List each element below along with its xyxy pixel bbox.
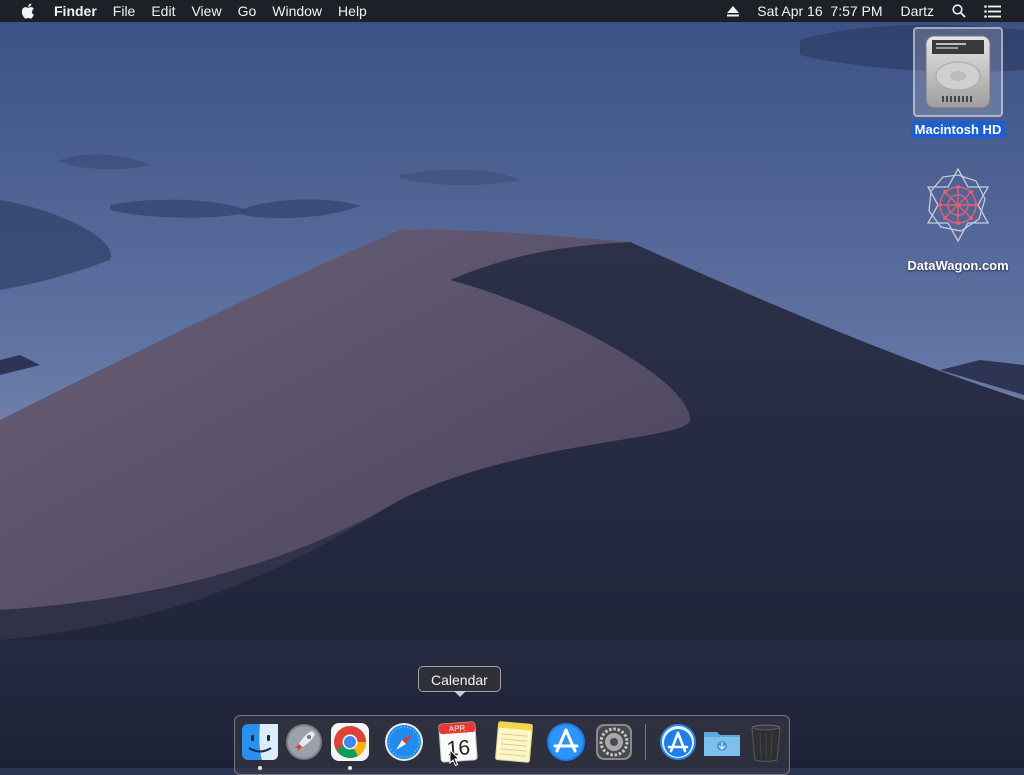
hard-drive-icon bbox=[913, 27, 1003, 117]
dock-tooltip: Calendar bbox=[418, 666, 501, 692]
finder-icon bbox=[242, 724, 278, 760]
running-indicator bbox=[348, 766, 352, 770]
dock-app-trash[interactable] bbox=[744, 720, 788, 764]
desktop-icon-datawagon[interactable]: DataWagon.com bbox=[903, 163, 1013, 274]
menu-user[interactable]: Dartz bbox=[892, 0, 943, 22]
desktop-wallpaper bbox=[0, 0, 1024, 768]
launchpad-icon bbox=[286, 724, 322, 760]
desktop-icon-label: DataWagon.com bbox=[907, 258, 1009, 273]
dock-app-downloads[interactable] bbox=[700, 720, 744, 764]
dock-app-finder[interactable] bbox=[238, 720, 282, 764]
tooltip-arrow bbox=[454, 691, 466, 697]
desktop-icon-macintosh-hd[interactable]: Macintosh HD bbox=[903, 27, 1013, 138]
dock-app-safari[interactable] bbox=[382, 720, 426, 764]
calendar-month: APR bbox=[449, 723, 466, 733]
menu-edit[interactable]: Edit bbox=[143, 0, 183, 22]
menu-help[interactable]: Help bbox=[330, 0, 375, 22]
app-store-icon bbox=[547, 723, 585, 761]
notification-center-icon[interactable] bbox=[975, 4, 1010, 18]
spotlight-search-icon[interactable] bbox=[943, 4, 975, 18]
dock-separator bbox=[645, 724, 646, 760]
notes-icon bbox=[495, 721, 533, 763]
downloads-folder-icon bbox=[704, 732, 740, 756]
safari-icon bbox=[385, 723, 423, 761]
eject-icon[interactable] bbox=[718, 5, 748, 17]
chrome-icon bbox=[331, 723, 369, 761]
dock-app-system-preferences[interactable] bbox=[592, 720, 636, 764]
menu-file[interactable]: File bbox=[105, 0, 144, 22]
menu-app-name[interactable]: Finder bbox=[46, 0, 105, 22]
system-preferences-icon bbox=[596, 724, 632, 760]
desktop-icon-label: Macintosh HD bbox=[910, 121, 1006, 138]
dock-app-applications[interactable] bbox=[656, 720, 700, 764]
applications-folder-icon bbox=[660, 724, 696, 760]
menu-window[interactable]: Window bbox=[264, 0, 330, 22]
running-indicator bbox=[258, 766, 262, 770]
trash-icon bbox=[751, 724, 781, 762]
menu-go[interactable]: Go bbox=[230, 0, 265, 22]
dock: APR 16 bbox=[234, 715, 790, 775]
datawagon-logo-icon bbox=[913, 163, 1003, 253]
dock-app-notes[interactable] bbox=[492, 720, 536, 764]
menu-bar: Finder File Edit View Go Window Help Sat… bbox=[0, 0, 1024, 22]
mouse-cursor bbox=[449, 749, 461, 767]
dock-app-chrome[interactable] bbox=[328, 720, 372, 764]
menu-clock[interactable]: Sat Apr 16 7:57 PM bbox=[748, 0, 891, 22]
dock-app-launchpad[interactable] bbox=[282, 720, 326, 764]
menu-view[interactable]: View bbox=[183, 0, 229, 22]
apple-icon[interactable] bbox=[16, 0, 40, 22]
dock-app-app-store[interactable] bbox=[544, 720, 588, 764]
